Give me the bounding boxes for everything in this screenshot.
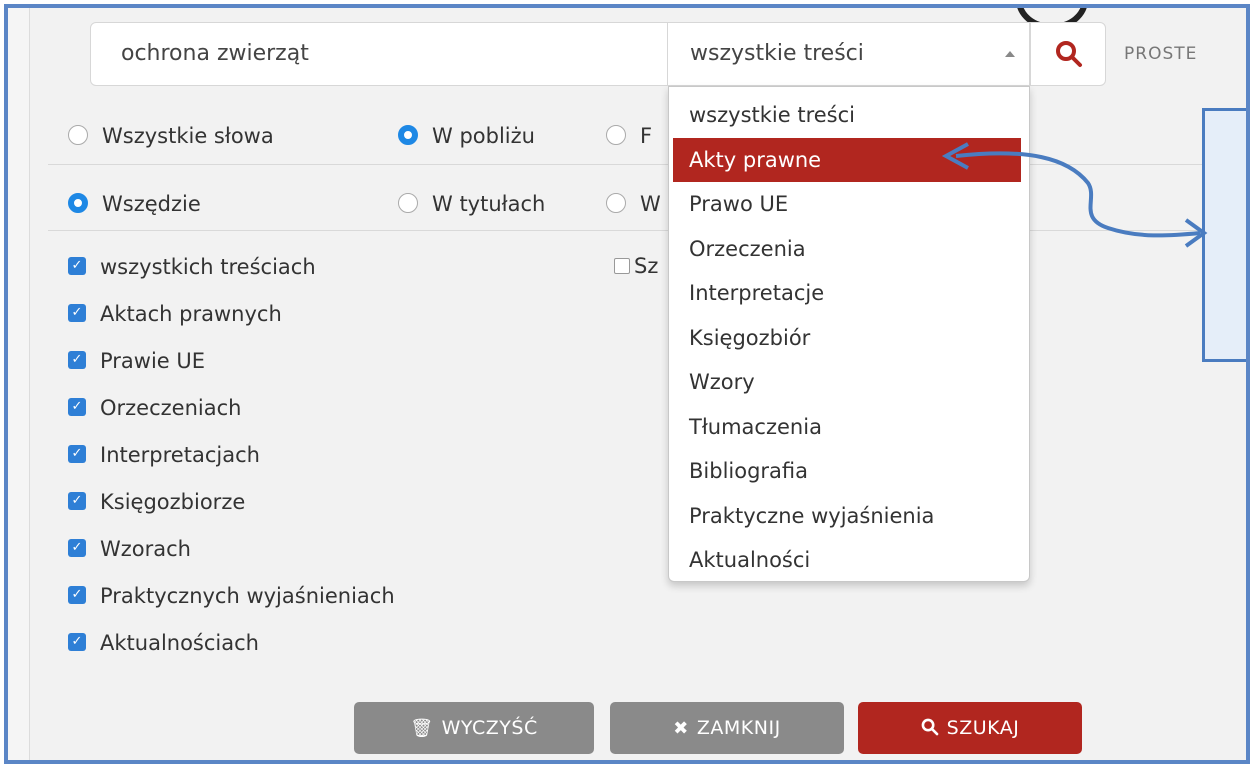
radio-in-other[interactable]: W xyxy=(606,184,661,224)
dropdown-option[interactable]: Bibliografia xyxy=(669,449,1029,494)
checkbox-checked-icon: ✓ xyxy=(68,492,86,510)
radio-icon xyxy=(606,193,626,213)
radio-selected-icon xyxy=(68,193,88,213)
dropdown-option[interactable]: Interpretacje xyxy=(669,271,1029,316)
checkbox-checked-icon: ✓ xyxy=(68,445,86,463)
radio-icon xyxy=(398,193,418,213)
search-button[interactable]: SZUKAJ xyxy=(858,702,1082,754)
close-x-icon: ✖ xyxy=(673,718,689,739)
checkbox-templates[interactable]: ✓ Wzorach xyxy=(68,526,395,573)
checkbox-checked-icon: ✓ xyxy=(68,351,86,369)
radio-phrase[interactable]: F xyxy=(606,116,652,156)
checkbox-practical-explanations[interactable]: ✓ Praktycznych wyjaśnieniach xyxy=(68,573,395,620)
annotation-arrow-icon xyxy=(941,142,1208,248)
checkbox-checked-icon: ✓ xyxy=(68,257,86,275)
checkbox-checked-icon: ✓ xyxy=(68,633,86,651)
checkbox-legal-acts[interactable]: ✓ Aktach prawnych xyxy=(68,291,395,338)
radio-nearby[interactable]: W pobliżu xyxy=(398,116,535,156)
radio-selected-icon xyxy=(398,125,418,145)
scope-select[interactable]: wszystkie treści xyxy=(668,22,1030,86)
radio-icon xyxy=(68,125,88,145)
dropdown-option[interactable]: Praktyczne wyjaśnienia xyxy=(669,494,1029,539)
radio-icon xyxy=(606,125,626,145)
dropdown-option[interactable]: Księgozbiór xyxy=(669,316,1029,361)
dropdown-option[interactable]: Tłumaczenia xyxy=(669,405,1029,450)
content-type-checkboxes: ✓ wszystkich treściach ✓ Aktach prawnych ✓… xyxy=(68,244,395,667)
trash-icon: 🗑 xyxy=(410,718,434,739)
magnifier-icon xyxy=(1056,41,1082,67)
scope-select-value: wszystkie treści xyxy=(690,41,864,66)
checkbox-checked-icon: ✓ xyxy=(68,539,86,557)
radio-in-titles[interactable]: W tytułach xyxy=(398,184,545,224)
search-mode-toggle[interactable]: PROSTE xyxy=(1124,22,1197,86)
checkbox-checked-icon: ✓ xyxy=(68,398,86,416)
search-input[interactable]: ochrona zwierząt xyxy=(90,22,668,86)
checkbox-checked-icon: ✓ xyxy=(68,304,86,322)
search-icon-button[interactable] xyxy=(1030,22,1106,86)
left-edge-strip xyxy=(8,8,30,760)
checkbox-checked-icon: ✓ xyxy=(68,586,86,604)
radio-all-words[interactable]: Wszystkie słowa xyxy=(68,116,274,156)
radio-everywhere[interactable]: Wszędzie xyxy=(68,184,201,224)
checkbox-news[interactable]: ✓ Aktualnościach xyxy=(68,620,395,667)
magnifier-icon xyxy=(921,703,939,755)
clear-button[interactable]: 🗑 WYCZYŚĆ xyxy=(354,702,594,754)
checkbox-eu-law[interactable]: ✓ Prawie UE xyxy=(68,338,395,385)
checkbox-library[interactable]: ✓ Księgozbiorze xyxy=(68,479,395,526)
checkbox-rulings[interactable]: ✓ Orzeczeniach xyxy=(68,385,395,432)
checkbox-all-content[interactable]: ✓ wszystkich treściach xyxy=(68,244,395,291)
checkbox-unchecked[interactable] xyxy=(614,258,630,274)
caret-up-icon xyxy=(1005,51,1015,57)
close-button[interactable]: ✖ ZAMKNIJ xyxy=(610,702,844,754)
search-panel: ochrona zwierząt wszystkie treści PROSTE… xyxy=(4,4,1250,764)
checkbox-unchecked-label: Sz xyxy=(634,254,659,278)
dropdown-option[interactable]: Aktualności xyxy=(669,538,1029,583)
dropdown-option[interactable]: Wzory xyxy=(669,360,1029,405)
checkbox-interpretations[interactable]: ✓ Interpretacjach xyxy=(68,432,395,479)
